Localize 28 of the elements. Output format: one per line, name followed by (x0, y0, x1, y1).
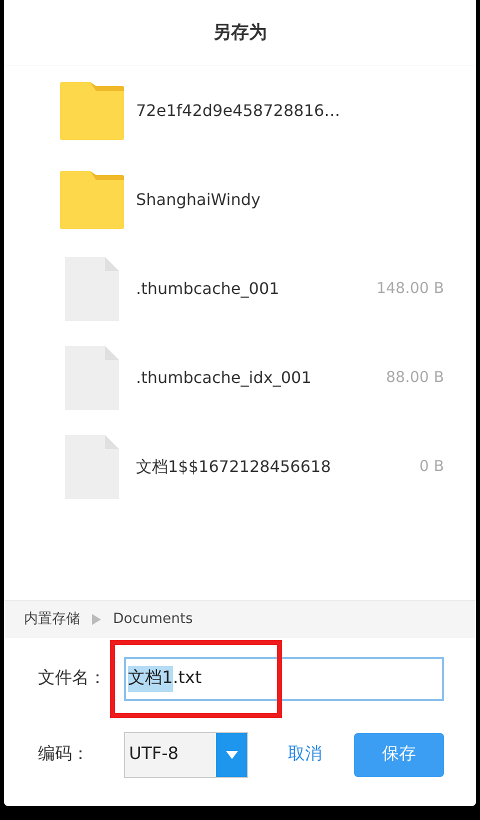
file-size: 0 B (419, 456, 444, 478)
file-name: 文档1$$1672128456618 (136, 456, 331, 478)
file-name: .thumbcache_001 (136, 278, 280, 300)
caret-icon (226, 751, 238, 759)
encoding-label: 编码： (38, 743, 90, 766)
breadcrumb-item[interactable]: Documents (113, 609, 193, 630)
file-list-item[interactable]: .thumbcache_001 148.00 B (4, 244, 476, 333)
file-name: 72e1f42d9e458728816… (136, 100, 340, 122)
file-list-item[interactable]: ShanghaiWindy (4, 155, 476, 244)
encoding-dropdown[interactable]: UTF-8 (124, 732, 248, 778)
file-icon (65, 434, 119, 498)
file-icon (65, 256, 119, 320)
cancel-button[interactable]: 取消 (278, 735, 332, 775)
file-list-item[interactable]: .thumbcache_idx_001 88.00 B (4, 333, 476, 422)
file-size: 148.00 B (376, 278, 444, 300)
dialog-title: 另存为 (213, 21, 267, 45)
folder-icon (60, 82, 124, 140)
filename-field[interactable]: 文档1.txt (124, 657, 444, 701)
folder-icon (60, 170, 124, 228)
file-size: 88.00 B (386, 367, 444, 388)
chevron-right-icon (92, 614, 101, 625)
breadcrumb-item[interactable]: 内置存储 (24, 609, 80, 630)
file-list-item[interactable]: 72e1f42d9e458728816… (4, 66, 476, 155)
file-name: .thumbcache_idx_001 (136, 366, 312, 389)
file-list-item[interactable]: 文档1$$1672128456618 0 B (4, 422, 476, 511)
file-icon (65, 346, 119, 410)
file-name: ShanghaiWindy (136, 188, 260, 210)
filename-label: 文件名： (38, 667, 107, 690)
